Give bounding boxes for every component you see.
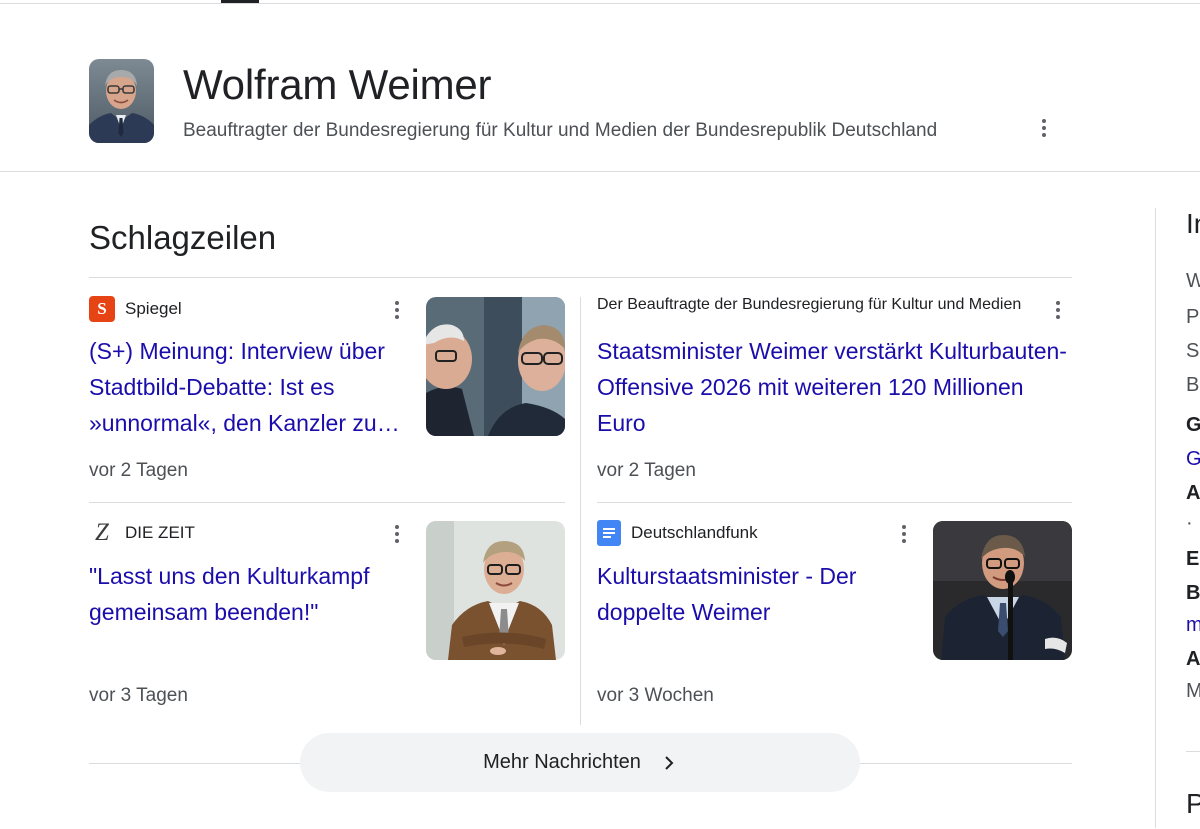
- right-panel-label: G: [1186, 414, 1200, 436]
- right-panel-label: B: [1186, 582, 1200, 604]
- person-name: Wolfram Weimer: [183, 61, 492, 108]
- right-panel-label: A: [1186, 648, 1200, 670]
- section-divider: [89, 277, 1072, 278]
- news-time: vor 3 Tagen: [89, 685, 188, 706]
- right-panel-heading: P: [1186, 788, 1200, 819]
- person-portrait-image: [89, 59, 154, 143]
- news-source: Deutschlandfunk: [597, 520, 758, 546]
- right-panel-label: A: [1186, 482, 1200, 504]
- column-divider: [580, 297, 581, 725]
- right-panel-text: B: [1186, 374, 1200, 396]
- news-headline[interactable]: "Lasst uns den Kulturkampf gemeinsam bee…: [89, 558, 407, 630]
- right-panel-link[interactable]: G: [1186, 448, 1200, 471]
- news-thumbnail[interactable]: [933, 521, 1072, 660]
- knowledge-panel-header: Wolfram Weimer Beauftragter der Bundesre…: [0, 0, 1200, 172]
- zeit-logo-icon: Z: [95, 519, 109, 546]
- news-headline[interactable]: Staatsminister Weimer verstärkt Kulturba…: [597, 333, 1067, 441]
- right-panel-label: E: [1186, 548, 1200, 570]
- spiegel-logo-icon: S: [89, 296, 115, 322]
- right-panel-clipped: In W P S B G G A · E B m A M P: [1186, 0, 1200, 829]
- right-panel-text: W: [1186, 270, 1200, 292]
- news-time: vor 3 Wochen: [597, 685, 714, 706]
- news-thumbnail[interactable]: [426, 297, 565, 436]
- news-source-name: DIE ZEIT: [125, 523, 195, 542]
- news-headline[interactable]: Kulturstaatsminister - Der doppelte Weim…: [597, 558, 915, 630]
- section-title-schlagzeilen: Schlagzeilen: [89, 219, 277, 256]
- right-panel-heading: In: [1186, 208, 1200, 239]
- more-news-label: Mehr Nachrichten: [483, 751, 641, 773]
- deutschlandfunk-thumbnail-image: [933, 521, 1072, 660]
- news-time: vor 2 Tagen: [597, 460, 696, 481]
- card-menu-icon[interactable]: [1046, 296, 1070, 324]
- more-news-button[interactable]: Mehr Nachrichten: [300, 733, 860, 792]
- right-panel-text: P: [1186, 306, 1200, 328]
- card-menu-icon[interactable]: [385, 520, 409, 548]
- card-menu-icon[interactable]: [385, 296, 409, 324]
- news-source: Der Beauftragte der Bundesregierung für …: [597, 296, 1043, 314]
- news-source-name: Der Beauftragte der Bundesregierung für …: [597, 296, 1022, 313]
- right-panel-text: ·: [1186, 512, 1193, 534]
- news-source-name: Spiegel: [125, 299, 182, 318]
- deutschlandfunk-logo-icon: [597, 520, 621, 546]
- spiegel-thumbnail-image: [426, 297, 565, 436]
- news-source: Z DIE ZEIT: [89, 519, 195, 546]
- right-panel-link[interactable]: m: [1186, 614, 1200, 637]
- news-source: S Spiegel: [89, 296, 182, 322]
- news-thumbnail[interactable]: [426, 521, 565, 660]
- person-avatar[interactable]: [89, 59, 154, 143]
- news-time: vor 2 Tagen: [89, 460, 188, 481]
- right-panel-rule: [1186, 751, 1200, 752]
- news-source-name: Deutschlandfunk: [631, 523, 758, 542]
- right-panel-text: M: [1186, 680, 1200, 702]
- more-options-icon[interactable]: [1030, 114, 1058, 142]
- card-menu-icon[interactable]: [892, 520, 916, 548]
- news-headline[interactable]: (S+) Meinung: Interview über Stadtbild-D…: [89, 333, 407, 441]
- document-lines-icon: [603, 528, 615, 538]
- row-divider-right: [597, 502, 1072, 503]
- person-description: Beauftragter der Bundesregierung für Kul…: [183, 120, 938, 141]
- right-panel-divider: [1155, 208, 1156, 828]
- row-divider-left: [89, 502, 565, 503]
- right-panel-text: S: [1186, 340, 1200, 362]
- header-divider: [0, 171, 1200, 172]
- chevron-right-icon: [661, 755, 677, 771]
- zeit-thumbnail-image: [426, 521, 565, 660]
